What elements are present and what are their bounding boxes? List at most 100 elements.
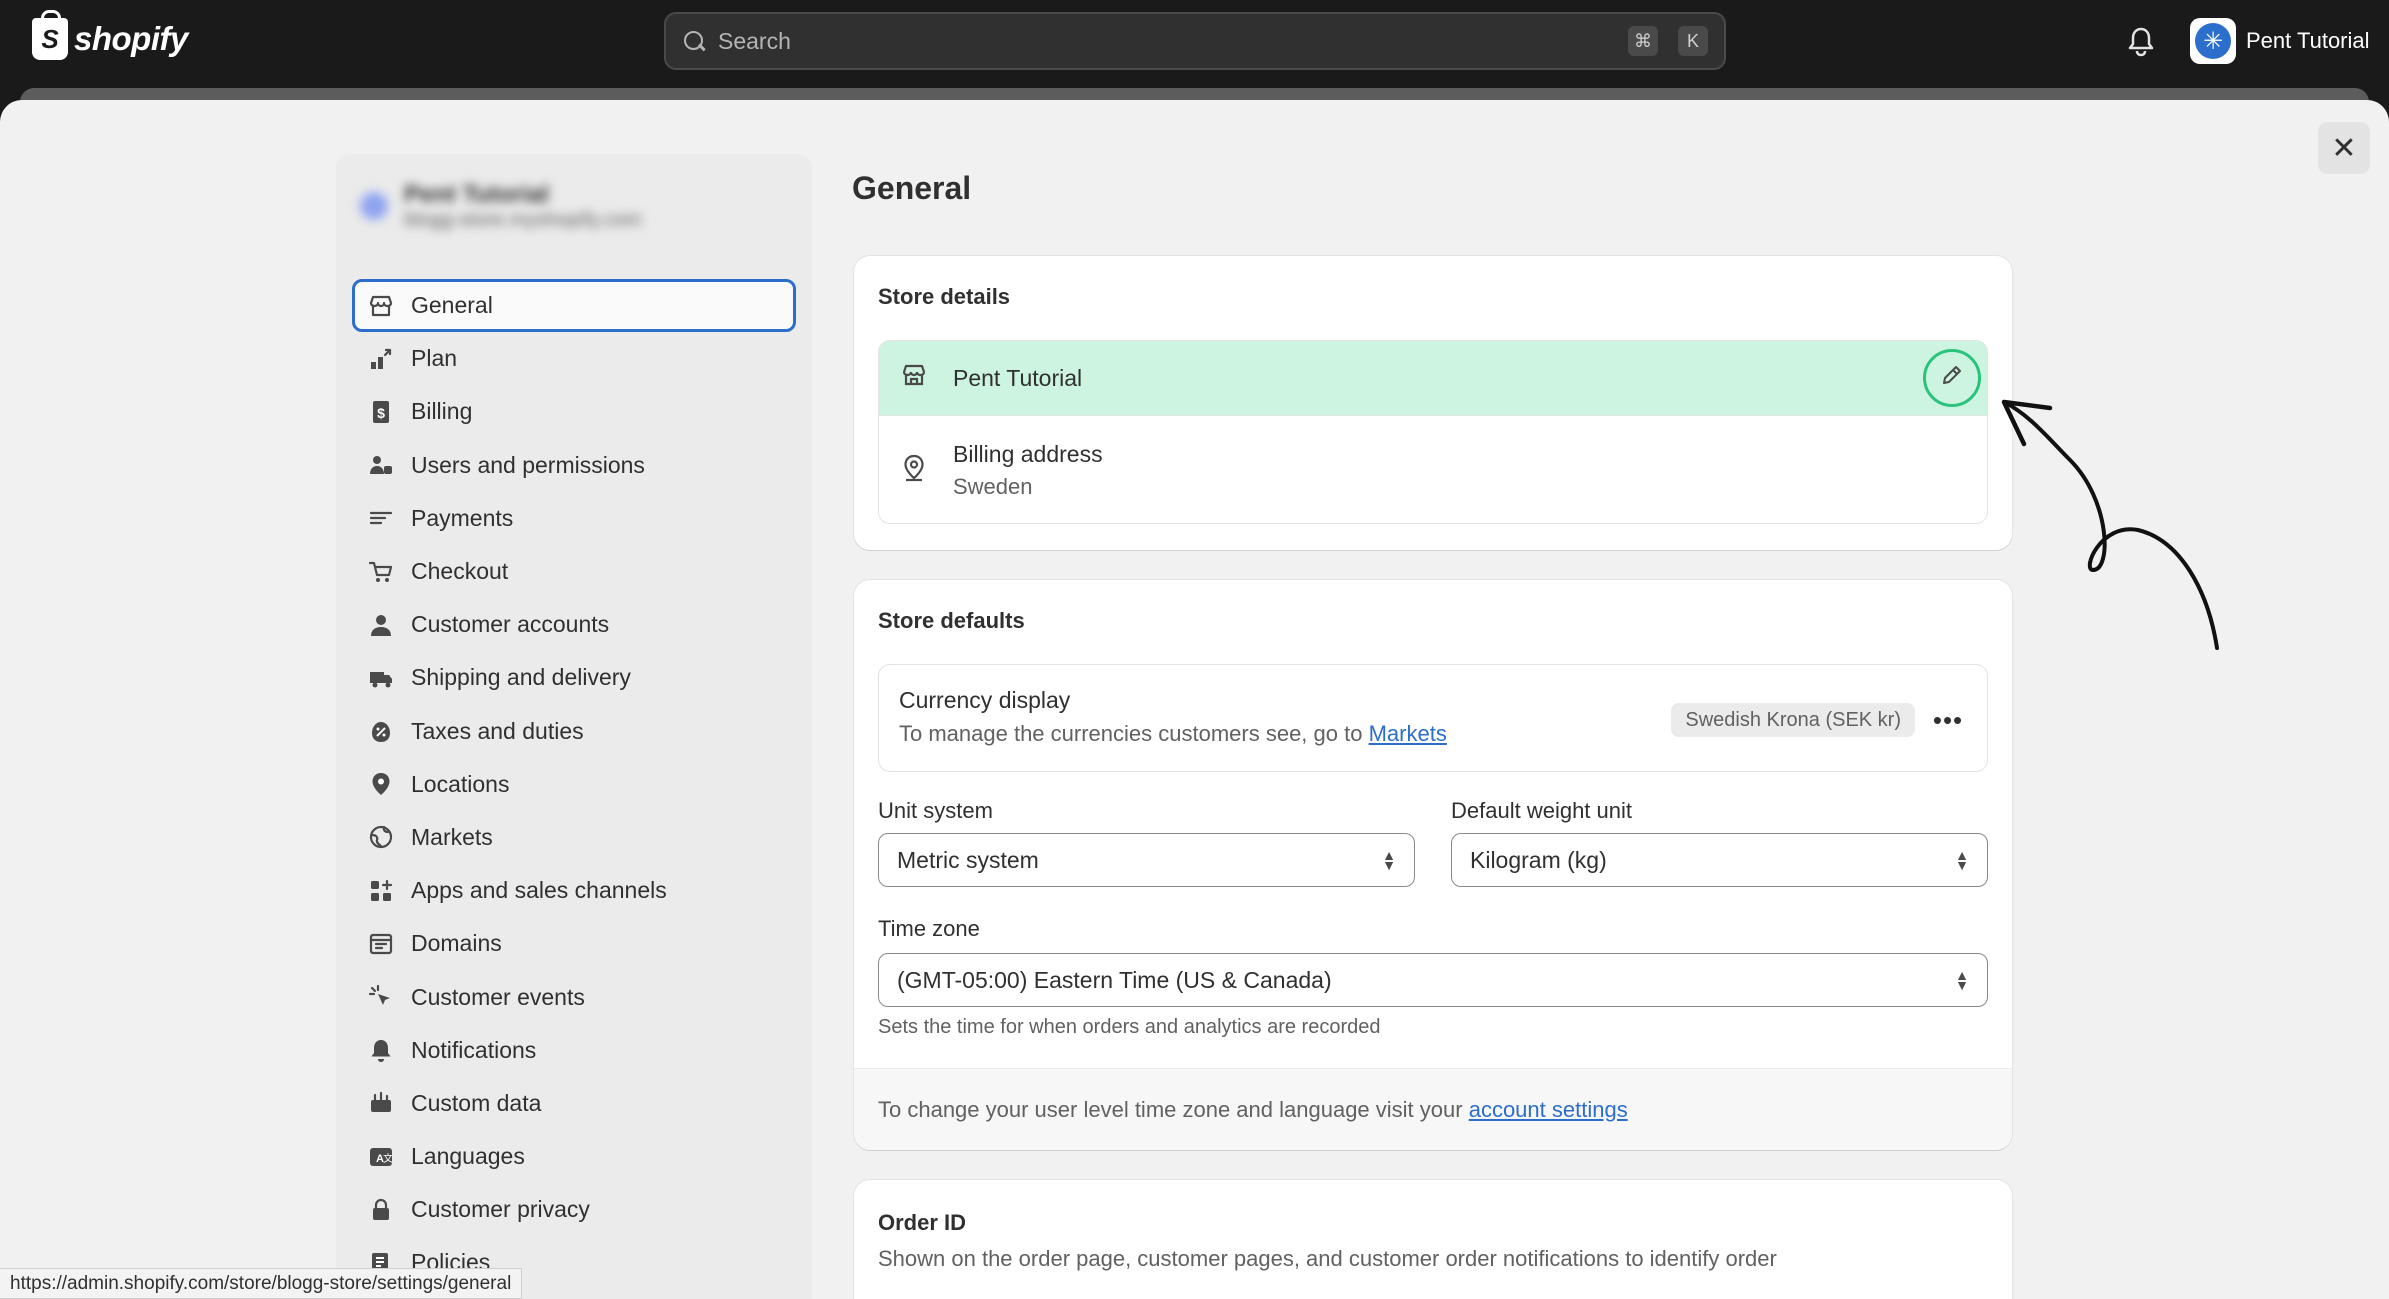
plan-icon xyxy=(367,345,395,373)
shopify-bag-icon: S xyxy=(32,10,68,60)
unit-system-label: Unit system xyxy=(878,798,993,823)
billing-icon: $ xyxy=(367,398,395,426)
page-title: General xyxy=(852,170,972,206)
sidebar-item-general[interactable]: General xyxy=(352,279,796,333)
svg-text:文: 文 xyxy=(383,1152,393,1165)
store-avatar xyxy=(360,192,388,220)
sidebar-item-payments[interactable]: Payments xyxy=(352,492,796,545)
edit-store-button[interactable] xyxy=(1923,349,1981,407)
billing-address-row[interactable]: Billing address Sweden xyxy=(879,415,1987,523)
account-settings-link[interactable]: account settings xyxy=(1469,1097,1628,1123)
sidebar-item-label: Custom data xyxy=(411,1089,542,1116)
timezone-label: Time zone xyxy=(878,916,980,941)
globe-icon xyxy=(367,823,395,851)
sidebar-item-taxes-and-duties[interactable]: Taxes and duties xyxy=(352,705,796,758)
billing-address-value: Sweden xyxy=(953,474,1033,499)
sidebar-item-languages[interactable]: A 文 Languages xyxy=(352,1130,796,1183)
sidebar-item-plan[interactable]: Plan xyxy=(352,332,796,385)
apps-icon xyxy=(367,877,395,905)
tax-icon xyxy=(367,717,395,745)
avatar: ✳ xyxy=(2190,18,2236,64)
shortcut-cmd-key: ⌘ xyxy=(1628,26,1658,56)
search-placeholder: Search xyxy=(718,27,791,54)
timezone-help: Sets the time for when orders and analyt… xyxy=(878,1016,1381,1038)
select-chevron-icon: ▲ ▼ xyxy=(1955,847,1969,873)
sidebar-item-label: Languages xyxy=(411,1143,525,1170)
store-name-row[interactable]: Pent Tutorial xyxy=(879,341,1987,415)
search-icon xyxy=(682,29,706,53)
sidebar-item-customer-privacy[interactable]: Customer privacy xyxy=(352,1183,796,1236)
location-icon xyxy=(367,770,395,798)
sidebar-item-shipping-and-delivery[interactable]: Shipping and delivery xyxy=(352,651,796,704)
sidebar-item-markets[interactable]: Markets xyxy=(352,811,796,864)
select-chevron-icon: ▲ ▼ xyxy=(1382,847,1396,873)
search-bar[interactable]: Search ⌘ K xyxy=(664,12,1726,70)
store-details-card: Store details Pent Tutorial Billing addr… xyxy=(854,256,2012,550)
sidebar-item-label: Taxes and duties xyxy=(411,717,584,744)
languages-icon: A文 xyxy=(367,1143,395,1171)
asterisk-icon: ✳ xyxy=(2195,23,2231,59)
timezone-value: (GMT-05:00) Eastern Time (US & Canada) xyxy=(897,966,1332,993)
order-id-title: Order ID xyxy=(878,1210,967,1235)
store-name-value: Pent Tutorial xyxy=(953,364,1083,391)
domains-icon xyxy=(367,930,395,958)
sidebar-item-label: Plan xyxy=(411,345,458,372)
lock-icon xyxy=(367,1196,395,1224)
sidebar-item-label: Locations xyxy=(411,770,510,797)
footer-text: To change your user level time zone and … xyxy=(878,1096,1463,1122)
shortcut-k-key: K xyxy=(1678,26,1708,56)
store-domain: blogg-store.myshopify.com xyxy=(404,208,642,231)
sidebar-item-users-and-permissions[interactable]: Users and permissions xyxy=(352,439,796,492)
cursor-icon xyxy=(367,983,395,1011)
unit-system-value: Metric system xyxy=(897,846,1039,873)
store-defaults-footer: To change your user level time zone and … xyxy=(854,1068,2012,1150)
store-icon xyxy=(367,292,395,320)
currency-display-label: Currency display xyxy=(899,687,1071,713)
sidebar-item-custom-data[interactable]: Custom data xyxy=(352,1077,796,1130)
store-switcher[interactable]: Pent Tutorial blogg-store.myshopify.com xyxy=(352,166,796,246)
sidebar-item-label: Notifications xyxy=(411,1036,537,1063)
timezone-select[interactable]: (GMT-05:00) Eastern Time (US & Canada) ▲… xyxy=(878,953,1988,1007)
select-chevron-icon: ▲ ▼ xyxy=(1955,967,1969,993)
currency-display-box: Currency display To manage the currencie… xyxy=(878,664,1988,772)
weight-unit-value: Kilogram (kg) xyxy=(1470,846,1607,873)
store-defaults-card: Store defaults Currency display To manag… xyxy=(854,580,2012,1150)
ellipsis-icon: ••• xyxy=(1932,704,1964,735)
store-details-list: Pent Tutorial Billing address Sweden xyxy=(878,340,1988,524)
sidebar-item-notifications[interactable]: Notifications xyxy=(352,1024,796,1077)
payments-icon xyxy=(367,504,395,532)
sidebar-item-apps-and-sales-channels[interactable]: Apps and sales channels xyxy=(352,864,796,917)
close-button[interactable]: ✕ xyxy=(2318,122,2370,174)
sidebar-item-label: Domains xyxy=(411,930,502,957)
annotation-arrow xyxy=(2001,399,2219,650)
pencil-icon xyxy=(1940,363,1964,393)
sidebar-item-customer-events[interactable]: Customer events xyxy=(352,970,796,1023)
more-actions-button[interactable]: ••• xyxy=(1929,701,1967,739)
sidebar-item-label: Customer privacy xyxy=(411,1196,590,1223)
order-id-subtitle: Shown on the order page, customer pages,… xyxy=(878,1246,1777,1271)
sidebar-item-label: Customer events xyxy=(411,983,585,1010)
sidebar-item-label: General xyxy=(411,292,493,319)
markets-link[interactable]: Markets xyxy=(1369,721,1447,746)
sidebar-item-domains[interactable]: Domains xyxy=(352,917,796,970)
sidebar-item-label: Users and permissions xyxy=(411,451,645,478)
logo-text: shopify xyxy=(74,20,188,57)
sidebar-item-customer-accounts[interactable]: Customer accounts xyxy=(352,598,796,651)
weight-unit-select[interactable]: Kilogram (kg) ▲ ▼ xyxy=(1451,833,1988,887)
billing-address-label: Billing address xyxy=(953,441,1103,467)
person-icon xyxy=(367,611,395,639)
sidebar-item-checkout[interactable]: Checkout xyxy=(352,545,796,598)
unit-system-select[interactable]: Metric system ▲ ▼ xyxy=(878,833,1415,887)
bell-icon[interactable] xyxy=(2126,26,2156,58)
bell-icon xyxy=(367,1036,395,1064)
user-menu[interactable]: ✳ Pent Tutorial xyxy=(2190,18,2370,64)
store-name: Pent Tutorial xyxy=(404,180,549,208)
shopify-logo[interactable]: S shopify xyxy=(32,10,188,60)
sidebar-item-label: Apps and sales channels xyxy=(411,877,667,904)
sidebar-item-label: Shipping and delivery xyxy=(411,664,631,691)
store-details-title: Store details xyxy=(878,284,1011,309)
location-pin-icon xyxy=(901,454,927,487)
sidebar-item-locations[interactable]: Locations xyxy=(352,758,796,811)
svg-text:$: $ xyxy=(377,405,385,421)
sidebar-item-billing[interactable]: $ Billing xyxy=(352,385,796,438)
